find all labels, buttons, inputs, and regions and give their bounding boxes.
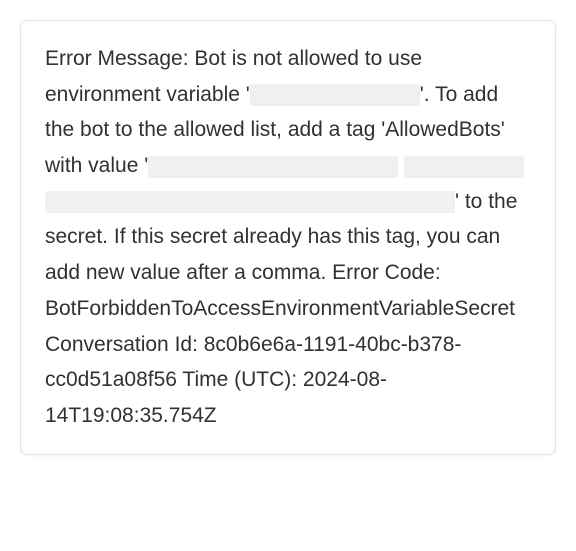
error-after-value: ' to the secret. If this secret already …	[45, 190, 517, 427]
redacted-allowed-bots-value-1	[148, 156, 398, 178]
error-message-card: Error Message: Bot is not allowed to use…	[20, 20, 556, 455]
redacted-allowed-bots-value-3	[45, 191, 455, 213]
redacted-allowed-bots-value-2	[404, 156, 524, 178]
redacted-env-variable	[250, 84, 420, 106]
error-message-text: Error Message: Bot is not allowed to use…	[45, 41, 531, 434]
